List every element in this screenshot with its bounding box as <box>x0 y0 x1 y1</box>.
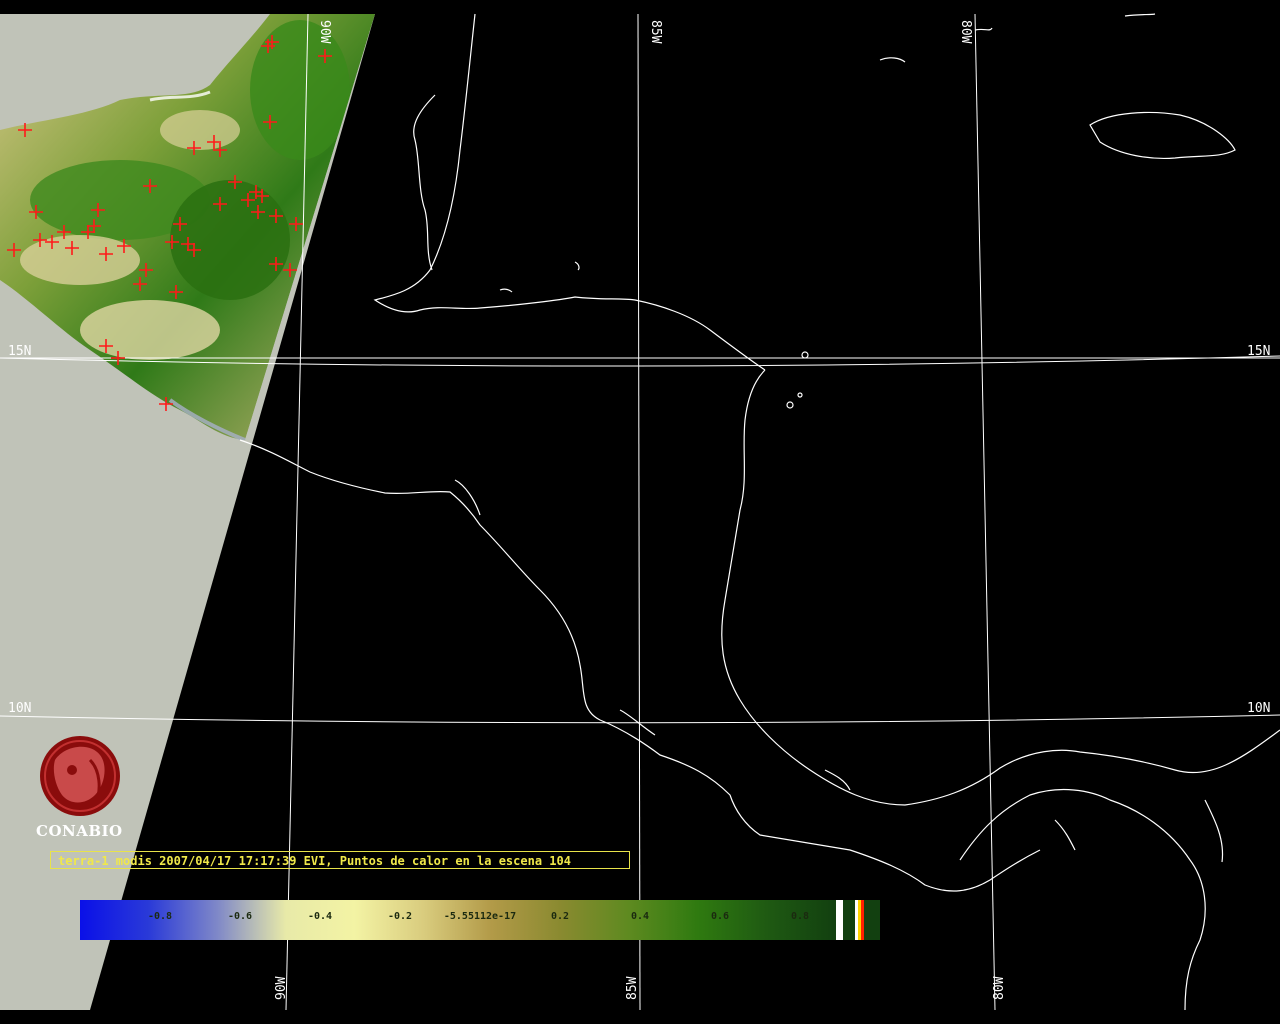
label-85w-top: 85W <box>648 20 663 44</box>
label-90w-top: 90W <box>317 20 332 44</box>
colorbar-tick-label: -5.55112e-17 <box>443 911 517 922</box>
map-viewer: 15N 15N 10N 10N 90W 85W 80W 90W 85W 80W … <box>0 0 1280 1024</box>
label-15n-left: 15N <box>8 344 31 359</box>
colorbar-tick-label: -0.2 <box>387 911 413 922</box>
colorbar-tick-label: -0.8 <box>147 911 173 922</box>
colorbar-tick-labels: -0.8 -0.6 -0.4 -0.2 -5.55112e-17 0.2 0.4 0.6 0.8 <box>80 911 880 929</box>
label-15n-right: 15N <box>1247 344 1270 359</box>
label-90w-bottom: 90W <box>274 976 289 1000</box>
label-80w-top: 80W <box>958 20 973 44</box>
meridian-80w <box>974 13 996 1011</box>
map-canvas: 15N 15N 10N 10N 90W 85W 80W 90W 85W 80W <box>0 13 1280 1011</box>
label-10n-right: 10N <box>1247 701 1270 716</box>
colorbar-tick-label: 0.4 <box>630 911 650 922</box>
colorbar-tick-label: -0.4 <box>307 911 333 922</box>
colorbar-tick-label: 0.8 <box>790 911 810 922</box>
colorbar-tick-label: 0.2 <box>550 911 570 922</box>
colorbar-tick-label: 0.6 <box>710 911 730 922</box>
label-80w-bottom: 80W <box>992 976 1007 1000</box>
colorbar-tick-label: -0.6 <box>227 911 253 922</box>
parallel-10n <box>0 714 1280 724</box>
meridian-85w <box>637 13 641 1011</box>
label-85w-bottom: 85W <box>625 976 640 1000</box>
conabio-logo-icon <box>40 736 120 816</box>
conabio-logo-text: CONABIO <box>36 822 123 840</box>
scene-caption: terra-1 modis 2007/04/17 17:17:39 EVI, P… <box>50 851 630 869</box>
label-10n-left: 10N <box>8 701 31 716</box>
